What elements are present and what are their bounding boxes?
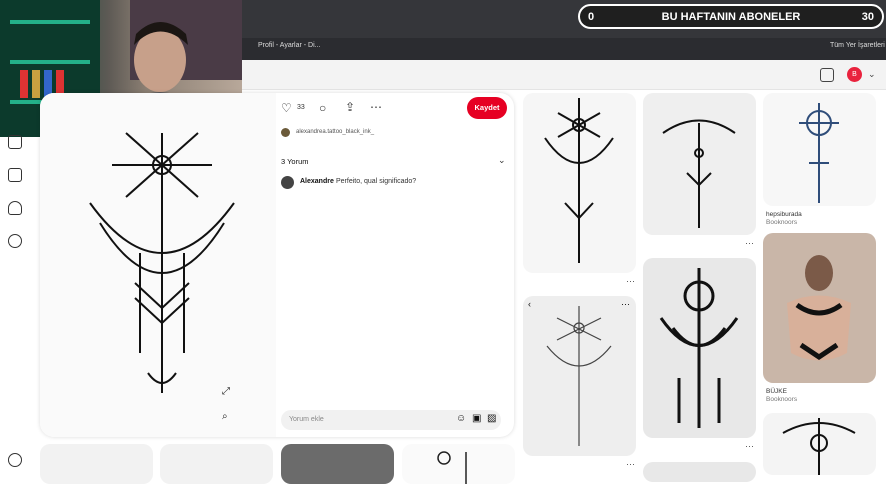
vegvisir-tattoo-image bbox=[89, 132, 235, 393]
feed-pin[interactable] bbox=[160, 444, 273, 484]
feed-pin[interactable] bbox=[281, 444, 394, 484]
comment-input[interactable]: Yorum ekle ☺ ▣ ▨ bbox=[281, 410, 501, 430]
back-icon[interactable]: ‹ bbox=[528, 299, 531, 309]
pin-title[interactable]: BÜJKE bbox=[766, 388, 787, 395]
commenter-avatar[interactable] bbox=[281, 176, 294, 189]
more-icon[interactable]: ⋯ bbox=[626, 459, 635, 470]
image-icon[interactable]: ▨ bbox=[487, 413, 496, 424]
feed-pin[interactable] bbox=[523, 93, 636, 273]
messages-icon[interactable] bbox=[8, 234, 22, 248]
home-icon[interactable] bbox=[8, 135, 22, 149]
tattoo-thumbnail bbox=[662, 119, 736, 228]
comments-header[interactable]: 3 Yorum bbox=[281, 157, 309, 166]
subscriber-goal-bar: 0 BU HAFTANIN ABONELER 30 bbox=[578, 4, 884, 29]
feed-pin[interactable] bbox=[763, 93, 876, 206]
feed-pin[interactable]: ‹ ⋯ bbox=[523, 296, 636, 456]
chevron-down-icon[interactable]: ⌄ bbox=[498, 155, 506, 166]
all-bookmarks[interactable]: Tüm Yer İşaretleri bbox=[830, 42, 885, 49]
search-lens-icon[interactable]: ⌕ bbox=[222, 411, 228, 422]
share-icon[interactable]: ⇪ bbox=[345, 100, 355, 114]
tattoo-thumbnail bbox=[659, 268, 739, 428]
like-count: 33 bbox=[297, 104, 305, 111]
chevron-down-icon[interactable]: ⌄ bbox=[868, 69, 876, 80]
heart-icon[interactable]: ♡ bbox=[281, 101, 292, 115]
emoji-icon[interactable]: ☺ bbox=[456, 413, 466, 424]
feed-pin[interactable] bbox=[643, 462, 756, 482]
goal-target: 30 bbox=[861, 11, 874, 23]
more-icon[interactable]: ⋯ bbox=[745, 441, 754, 452]
create-icon[interactable] bbox=[8, 168, 22, 182]
feed-pin[interactable] bbox=[763, 413, 876, 475]
tattoo-thumbnail bbox=[437, 451, 467, 484]
comment-placeholder: Yorum ekle bbox=[289, 416, 324, 423]
feed-pin[interactable] bbox=[763, 233, 876, 383]
compass-thumbnail bbox=[799, 103, 839, 203]
feed-pin[interactable] bbox=[643, 93, 756, 235]
sticker-icon[interactable]: ▣ bbox=[472, 413, 481, 424]
more-icon[interactable]: ⋯ bbox=[621, 299, 630, 310]
save-button[interactable]: Kaydet bbox=[467, 97, 507, 119]
avatar[interactable]: B bbox=[847, 67, 862, 82]
bell-icon[interactable] bbox=[8, 201, 22, 215]
expand-icon[interactable]: ⤢ bbox=[222, 386, 230, 397]
pin-image[interactable]: ⤢ ⌕ bbox=[40, 93, 276, 437]
more-icon[interactable]: ⋯ bbox=[745, 238, 754, 249]
comment-icon[interactable]: ○ bbox=[319, 101, 326, 115]
feed-pin[interactable] bbox=[643, 258, 756, 438]
author-name[interactable]: alexandrea.tattoo_black_ink_ bbox=[296, 129, 374, 135]
commenter-name[interactable]: Alexandre bbox=[300, 178, 334, 185]
pin-title[interactable]: hepsiburada bbox=[766, 211, 802, 218]
tattoo-thumbnail bbox=[782, 418, 856, 475]
camera-search-icon[interactable] bbox=[820, 68, 834, 82]
product-photo bbox=[787, 255, 851, 361]
comment-text: Perfeito, qual significado? bbox=[336, 178, 417, 185]
author-avatar[interactable] bbox=[281, 128, 290, 137]
more-icon[interactable]: ⋯ bbox=[626, 276, 635, 287]
settings-icon[interactable] bbox=[8, 453, 22, 467]
goal-title: BU HAFTANIN ABONELER bbox=[661, 11, 801, 23]
more-icon[interactable]: ⋯ bbox=[370, 100, 382, 114]
pin-subtitle[interactable]: Booknoors bbox=[766, 396, 797, 403]
tattoo-thumbnail bbox=[546, 306, 612, 446]
feed-pin[interactable] bbox=[40, 444, 153, 484]
bookmark-item[interactable]: Profil - Ayarlar - Di... bbox=[258, 42, 321, 49]
feed-pin[interactable] bbox=[402, 444, 515, 484]
tattoo-thumbnail bbox=[544, 98, 614, 263]
pin-subtitle[interactable]: Booknoors bbox=[766, 219, 797, 226]
